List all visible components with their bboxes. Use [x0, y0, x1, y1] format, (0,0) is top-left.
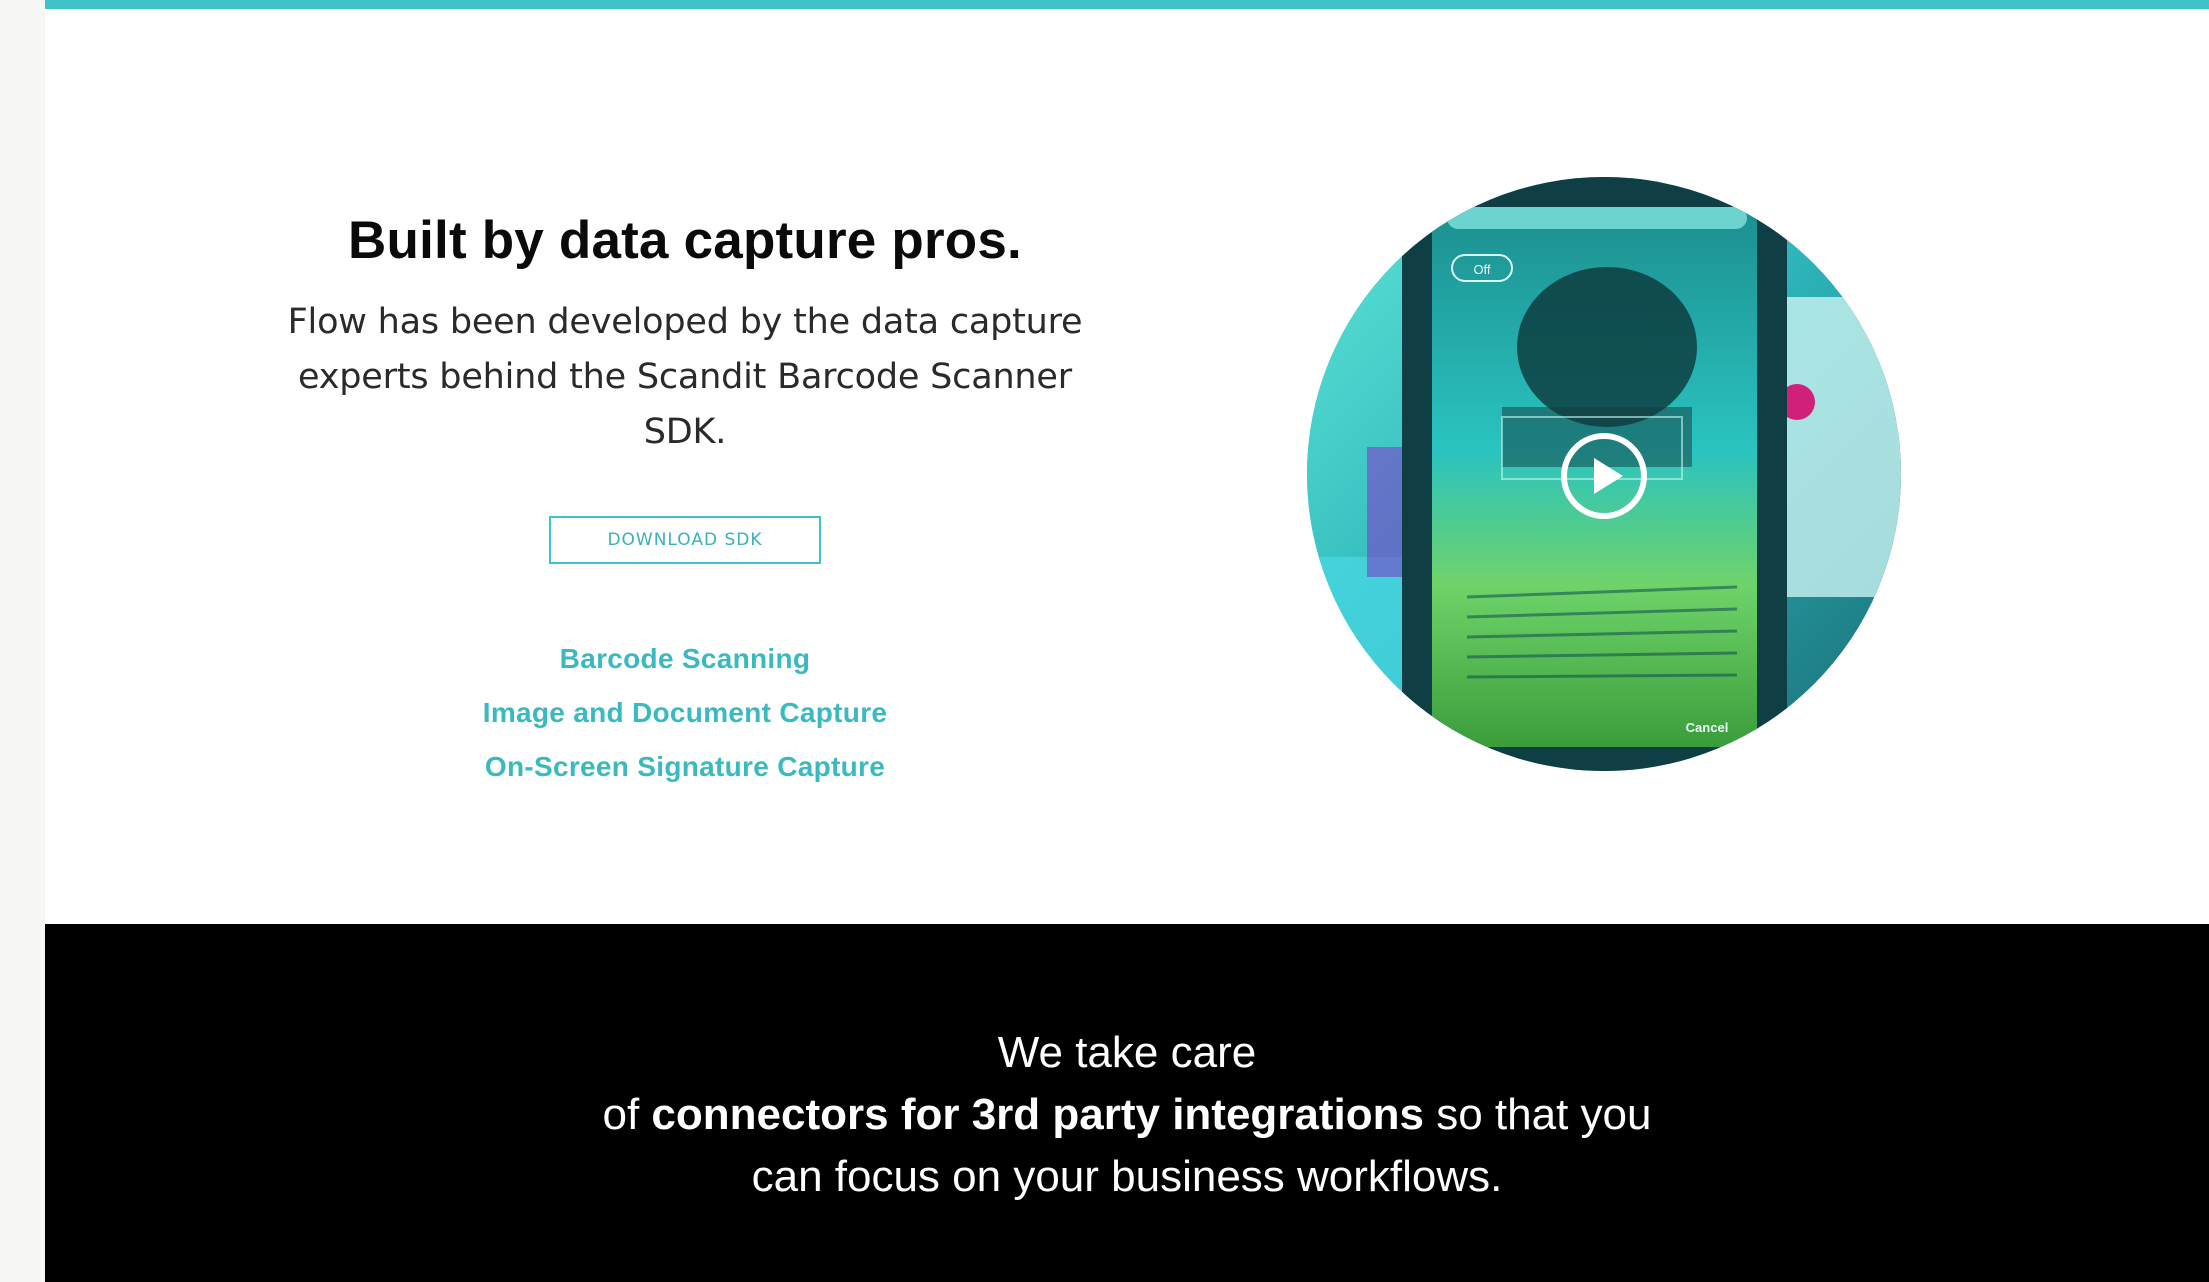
play-icon[interactable]: [1559, 431, 1649, 521]
video-thumbnail[interactable]: Off Cancel: [1307, 177, 1901, 771]
hero-section: Built by data capture pros. Flow has bee…: [45, 9, 2209, 924]
video-overlay-toggle: Off: [1473, 262, 1490, 277]
feature-link-image-document-capture[interactable]: Image and Document Capture: [275, 686, 1095, 740]
integrations-statement: We take care of connectors for 3rd party…: [45, 1022, 2209, 1208]
hero-content: Built by data capture pros. Flow has bee…: [275, 209, 1095, 794]
band-line-2-prefix: of: [602, 1090, 652, 1139]
hero-description-line-1: Flow has been developed by the data capt…: [287, 301, 1083, 342]
hero-title: Built by data capture pros.: [348, 211, 1022, 270]
hero-description-line-2: experts behind the Scandit Barcode Scann…: [298, 356, 1072, 452]
hero-description: Flow has been developed by the data capt…: [275, 295, 1095, 460]
top-accent-bar: [45, 0, 2209, 9]
band-line-3: can focus on your business workflows.: [751, 1152, 1503, 1201]
download-sdk-button[interactable]: DOWNLOAD SDK: [549, 515, 821, 564]
band-line-1: We take care: [997, 1028, 1257, 1077]
feature-list: Barcode Scanning Image and Document Capt…: [275, 632, 1095, 794]
band-line-2-emphasis: connectors for 3rd party integrations: [651, 1090, 1424, 1139]
video-overlay-cancel: Cancel: [1686, 720, 1729, 735]
feature-link-barcode-scanning[interactable]: Barcode Scanning: [275, 632, 1095, 686]
page: Built by data capture pros. Flow has bee…: [45, 0, 2209, 1282]
integrations-band: We take care of connectors for 3rd party…: [45, 924, 2209, 1282]
band-line-2-suffix: so that you: [1424, 1090, 1652, 1139]
feature-link-signature-capture[interactable]: On-Screen Signature Capture: [275, 740, 1095, 794]
